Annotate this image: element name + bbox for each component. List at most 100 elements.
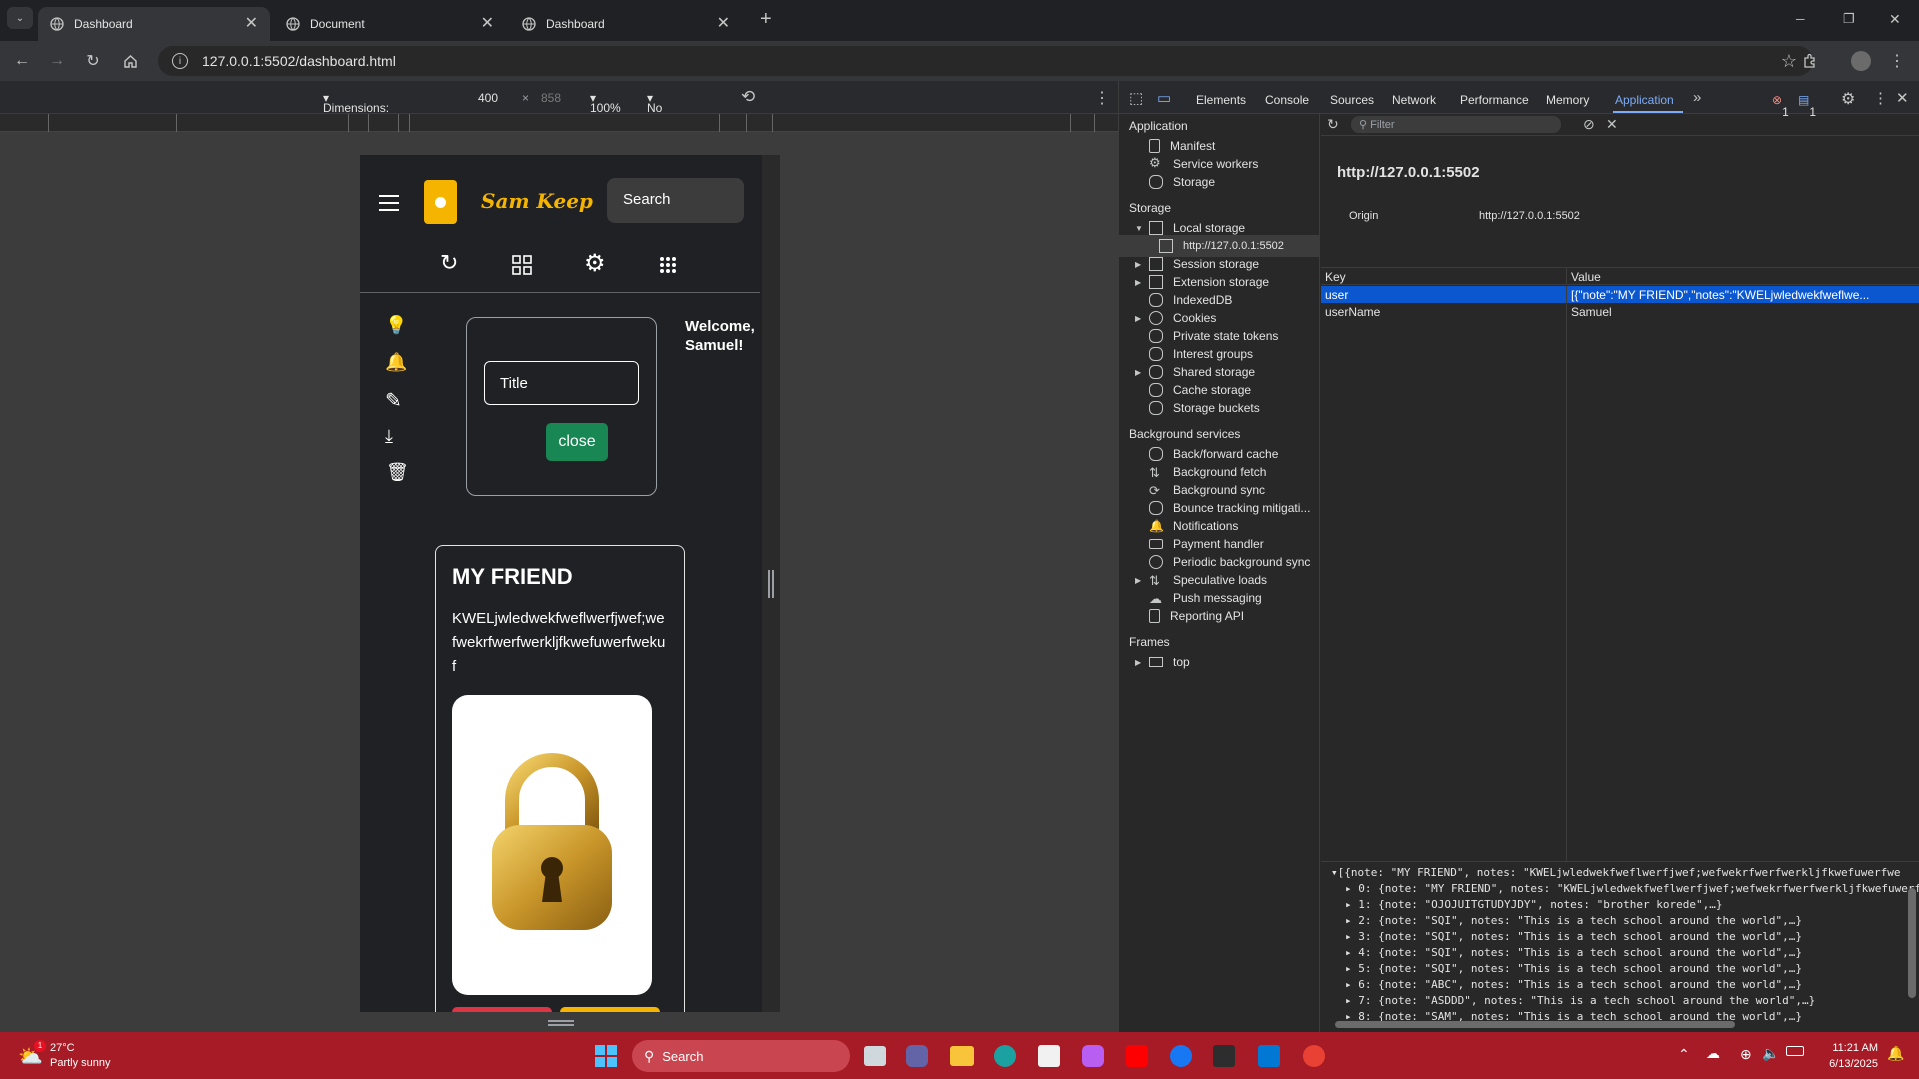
sidebar-item-reporting-api[interactable]: Reporting API: [1149, 605, 1244, 627]
tab-sources[interactable]: Sources: [1330, 93, 1374, 107]
language-icon[interactable]: ⊕: [1740, 1046, 1752, 1063]
edge-icon[interactable]: [994, 1045, 1016, 1067]
throttle-select[interactable]: No throttling ▾: [647, 91, 693, 129]
bookmark-star-icon[interactable]: ☆: [1781, 51, 1797, 72]
preview-line[interactable]: ▸ 0: {note: "MY FRIEND", notes: "KWELjwl…: [1345, 882, 1919, 898]
home-button[interactable]: [119, 50, 141, 72]
settings-gear-icon[interactable]: ⚙: [584, 249, 606, 278]
collapsed-arrow-icon[interactable]: ▶: [1135, 368, 1141, 377]
collapsed-arrow-icon[interactable]: ▶: [1135, 314, 1141, 323]
notification-bell-icon[interactable]: 🔔: [1887, 1045, 1904, 1062]
refresh-icon[interactable]: ↻: [1327, 116, 1339, 133]
tab-dashboard-active[interactable]: Dashboard ✕: [38, 7, 270, 41]
tab-elements[interactable]: Elements: [1196, 93, 1246, 107]
tab-console[interactable]: Console: [1265, 93, 1309, 107]
collapsed-arrow-icon[interactable]: ▶: [1135, 260, 1141, 269]
tab-document[interactable]: Document ✕: [274, 7, 506, 41]
weather-widget[interactable]: ⛅ 1 27°C Partly sunny: [18, 1040, 128, 1074]
tab-search-button[interactable]: ⌄: [7, 7, 33, 29]
teams-icon[interactable]: [906, 1045, 928, 1067]
grid-view-icon[interactable]: [512, 255, 532, 275]
table-row-selected[interactable]: user [{"note":"MY FRIEND","notes":"KWELj…: [1321, 286, 1919, 303]
tab-network[interactable]: Network: [1392, 93, 1436, 107]
zoom-select[interactable]: 100% ▾: [590, 91, 621, 115]
battery-icon[interactable]: [1786, 1046, 1804, 1056]
close-icon[interactable]: ✕: [717, 16, 730, 32]
task-view-icon[interactable]: [864, 1046, 886, 1066]
device-toggle-icon[interactable]: ▭: [1157, 89, 1171, 107]
sidebar-item-frame-top[interactable]: ▶ top: [1135, 651, 1190, 673]
sidebar-item-storage[interactable]: Storage: [1149, 171, 1215, 193]
height-input[interactable]: 858: [541, 91, 561, 105]
table-row[interactable]: userName Samuel: [1321, 303, 1919, 320]
back-button[interactable]: ←: [11, 50, 33, 72]
clock[interactable]: 11:21 AM 6/13/2025: [1822, 1040, 1878, 1072]
preview-line[interactable]: ▸ 1: {note: "OJOJUITGTUDYJDY", notes: "b…: [1345, 898, 1723, 914]
site-info-icon[interactable]: i: [172, 53, 188, 69]
title-input[interactable]: Title: [484, 361, 639, 405]
browser-menu-button[interactable]: ⋮: [1886, 50, 1908, 72]
windows-start-icon[interactable]: [593, 1043, 619, 1069]
devtools-settings-icon[interactable]: ⚙: [1841, 89, 1855, 109]
refresh-icon[interactable]: ↻: [440, 250, 458, 276]
window-close-button[interactable]: ✕: [1889, 11, 1901, 28]
collapsed-arrow-icon[interactable]: ▶: [1135, 576, 1141, 585]
tab-memory[interactable]: Memory: [1546, 93, 1589, 107]
preview-line[interactable]: ▸ 2: {note: "SQI", notes: "This is a tec…: [1345, 914, 1802, 930]
tab-performance[interactable]: Performance: [1460, 93, 1529, 107]
preview-line[interactable]: ▸ 3: {note: "SQI", notes: "This is a tec…: [1345, 930, 1802, 946]
preview-line[interactable]: ▸ 5: {note: "SQI", notes: "This is a tec…: [1345, 962, 1802, 978]
hamburger-menu-icon[interactable]: [379, 195, 399, 211]
apps-grid-icon[interactable]: [659, 256, 677, 274]
error-count-badge[interactable]: ⊗ 1: [1772, 93, 1789, 119]
preview-line-root[interactable]: ▾[{note: "MY FRIEND", notes: "KWELjwledw…: [1331, 866, 1901, 882]
address-bar[interactable]: i 127.0.0.1:5502/dashboard.html ☆: [158, 46, 1813, 76]
inspect-icon[interactable]: ⬚: [1129, 89, 1143, 107]
filter-input[interactable]: ⚲ Filter: [1351, 116, 1561, 133]
edit-icon[interactable]: ✎: [385, 388, 402, 413]
preview-line[interactable]: ▸ 6: {note: "ABC", notes: "This is a tec…: [1345, 978, 1802, 994]
device-toolbar-menu-icon[interactable]: ⋮: [1094, 88, 1110, 108]
onedrive-icon[interactable]: ☁: [1706, 1045, 1720, 1062]
file-explorer-icon[interactable]: [950, 1046, 974, 1066]
extensions-button[interactable]: [1799, 50, 1821, 72]
reload-button[interactable]: ↻: [82, 50, 104, 72]
more-tabs-icon[interactable]: »: [1693, 89, 1701, 106]
width-input[interactable]: 400: [478, 91, 498, 105]
trash-icon[interactable]: 🗑: [386, 462, 409, 483]
taskbar-search[interactable]: ⚲ Search: [632, 1040, 850, 1072]
edit-note-button[interactable]: [560, 1007, 660, 1012]
close-icon[interactable]: ✕: [481, 16, 494, 32]
close-icon[interactable]: ✕: [245, 16, 258, 32]
restore-button[interactable]: ❐: [1843, 11, 1855, 27]
collapsed-arrow-icon[interactable]: ▶: [1135, 278, 1141, 287]
collapsed-arrow-icon[interactable]: ▶: [1135, 658, 1141, 667]
vscode-icon[interactable]: [1258, 1045, 1280, 1067]
delete-note-button[interactable]: [452, 1007, 552, 1012]
youtube-icon[interactable]: [1126, 1045, 1148, 1067]
preview-hscrollbar[interactable]: [1335, 1021, 1735, 1028]
terminal-icon[interactable]: [1213, 1045, 1235, 1067]
expanded-arrow-icon[interactable]: ▼: [1135, 224, 1143, 233]
show-hidden-icons[interactable]: ⌃: [1678, 1046, 1690, 1063]
viewport-resize-handle[interactable]: [768, 570, 774, 598]
profile-avatar[interactable]: [1850, 50, 1872, 72]
store-icon[interactable]: [1038, 1045, 1060, 1067]
new-tab-button[interactable]: +: [760, 8, 772, 31]
minimize-button[interactable]: ─: [1796, 12, 1805, 26]
tab-dashboard[interactable]: Dashboard ✕: [510, 7, 742, 41]
message-count-badge[interactable]: ▤ 1: [1798, 93, 1816, 119]
copilot-icon[interactable]: [1082, 1045, 1104, 1067]
preview-scrollbar[interactable]: [1908, 888, 1916, 998]
column-header-value[interactable]: Value: [1566, 268, 1919, 285]
viewport-bottom-handle[interactable]: [548, 1020, 574, 1026]
devtools-close-icon[interactable]: ✕: [1896, 89, 1909, 107]
app-search-input[interactable]: Search: [607, 178, 744, 223]
clear-all-icon[interactable]: ⊘: [1583, 116, 1595, 133]
devtools-menu-icon[interactable]: ⋮: [1873, 89, 1888, 107]
volume-icon[interactable]: 🔈: [1762, 1045, 1779, 1062]
tab-application[interactable]: Application: [1615, 93, 1674, 107]
preview-line[interactable]: ▸ 7: {note: "ASDDD", notes: "This is a t…: [1345, 994, 1815, 1010]
forward-button[interactable]: →: [46, 50, 68, 72]
close-button[interactable]: close: [546, 423, 608, 461]
